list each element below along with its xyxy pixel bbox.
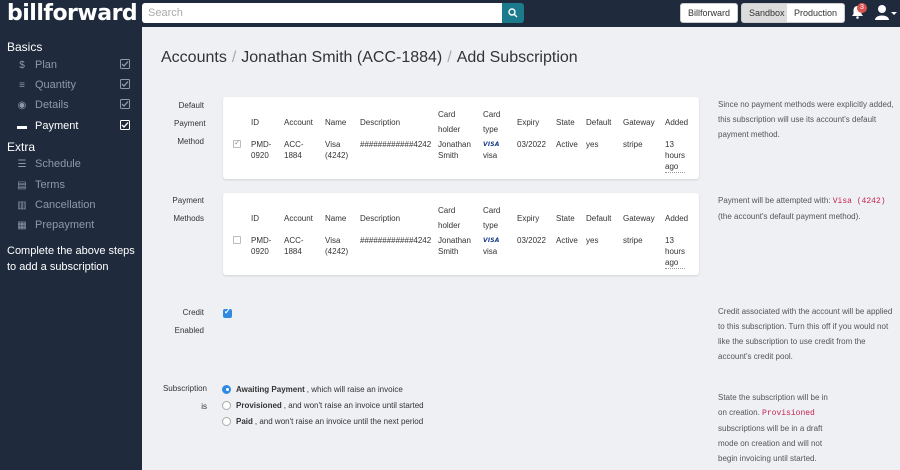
table-cell-id: PMD- 0920 — [251, 236, 272, 256]
sidebar: Basics $ Plan ≡ Quantity ◉ Details ▬ Pay… — [0, 27, 142, 470]
breadcrumb: Accounts / Jonathan Smith (ACC-1884) / Add S… — [161, 49, 578, 67]
sidebar-item-label: Cancellation — [35, 199, 96, 211]
breadcrumb-accounts[interactable]: Accounts — [161, 49, 227, 66]
search-bar — [142, 3, 524, 23]
page-title: Add Subscription — [456, 49, 578, 66]
table-cell-default: yes — [586, 140, 599, 149]
check-square-icon — [120, 99, 130, 109]
sidebar-completion-note: Complete the above steps to add a subscr… — [7, 245, 135, 273]
sidebar-item-label: Terms — [35, 179, 65, 191]
sidebar-item-label: Quantity — [35, 79, 76, 91]
default-payment-help: Since no payment methods were explicitly… — [718, 100, 894, 139]
sidebar-item-label: Prepayment — [35, 219, 95, 231]
credit-help: Credit associated with the account will … — [718, 307, 893, 361]
subscription-state-label: Subscription is — [162, 384, 207, 411]
radio-provisioned[interactable]: Provisioned, and won't raise an invoice … — [222, 399, 424, 411]
sidebar-item-schedule[interactable]: ☰ Schedule — [0, 154, 142, 174]
check-square-icon — [120, 59, 130, 69]
sidebar-item-label: Details — [35, 99, 69, 111]
search-input[interactable] — [142, 3, 502, 23]
sidebar-item-details[interactable]: ◉ Details — [0, 95, 142, 115]
table-cell-gateway: stripe — [623, 236, 643, 245]
sidebar-item-plan[interactable]: $ Plan — [0, 55, 142, 75]
breadcrumb-separator: / — [447, 49, 452, 66]
sidebar-section-basics: Basics — [7, 40, 43, 54]
payment-method-select-checkbox[interactable] — [233, 236, 241, 244]
search-icon — [508, 8, 518, 18]
top-navbar: billforward Billforward Sandbox Producti… — [0, 0, 900, 27]
subscription-state-help: State the subscription will be in on cre… — [718, 393, 828, 463]
table-cell-id: PMD- 0920 — [251, 140, 272, 160]
default-payment-select-checkbox[interactable] — [233, 138, 241, 148]
chevron-down-icon[interactable] — [891, 12, 897, 15]
table-cell-added: 13 hours ago — [665, 236, 686, 269]
bank-icon: ▦ — [17, 219, 27, 231]
sidebar-item-terms[interactable]: ▤ Terms — [0, 175, 142, 195]
default-payment-method-table: ID Account Name Description Card holder C… — [223, 97, 699, 179]
billforward-button[interactable]: Billforward — [680, 3, 739, 23]
credit-enabled-label: Credit Enabled — [174, 308, 204, 335]
dollar-icon: $ — [19, 59, 25, 71]
radio-paid[interactable]: Paid, and won't raise an invoice until t… — [222, 415, 423, 427]
radio-button[interactable] — [222, 400, 231, 410]
sidebar-item-label: Plan — [35, 59, 58, 71]
table-cell-expiry: 03/2022 — [517, 236, 546, 245]
table-cell-account: ACC- 1884 — [284, 236, 304, 256]
table-cell-added: 13 hours ago — [665, 140, 686, 173]
table-cell-default: yes — [586, 236, 599, 245]
globe-icon: ◉ — [17, 99, 27, 111]
radio-button[interactable] — [222, 384, 231, 394]
calendar-icon: ☰ — [17, 158, 27, 170]
table-cell-name: Visa (4242) — [325, 236, 349, 256]
table-cell-description: ############4242 — [360, 236, 432, 245]
sandbox-button[interactable]: Sandbox — [741, 3, 793, 23]
breadcrumb-separator: / — [231, 49, 237, 66]
check-square-icon — [120, 120, 130, 130]
brand-logo[interactable]: billforward — [7, 1, 138, 26]
sidebar-item-quantity[interactable]: ≡ Quantity — [0, 75, 142, 95]
table-cell-card-holder: Jonathan Smith — [438, 140, 471, 160]
table-cell-account: ACC- 1884 — [284, 140, 304, 160]
table-cell-card-holder: Jonathan Smith — [438, 236, 471, 256]
sidebar-item-label: Payment — [35, 120, 79, 132]
table-cell-name: Visa (4242) — [325, 140, 349, 160]
credit-card-icon: ▬ — [17, 120, 27, 132]
main-content: Accounts / Jonathan Smith (ACC-1884) / Add S… — [142, 27, 900, 470]
credit-enabled-checkbox[interactable] — [223, 307, 232, 318]
sidebar-item-payment[interactable]: ▬ Payment — [0, 116, 142, 136]
check-square-icon — [120, 79, 130, 89]
notification-badge: 3 — [857, 3, 867, 13]
payment-methods-label: Payment Methods — [172, 196, 204, 223]
table-cell-card-type: VISA visa — [483, 237, 500, 256]
table-cell-gateway: stripe — [623, 140, 643, 149]
radio-awaiting-payment[interactable]: Awaiting Payment, which will raise an in… — [222, 383, 403, 395]
default-payment-method-label: Default Payment Method — [174, 101, 206, 146]
visa-icon: VISA — [483, 141, 500, 148]
archive-icon: ▥ — [17, 199, 27, 211]
table-cell-description: ############4242 — [360, 140, 432, 149]
table-cell-card-type: VISA visa — [483, 141, 500, 160]
sidebar-item-cancellation[interactable]: ▥ Cancellation — [0, 195, 142, 215]
sidebar-item-label: Schedule — [35, 158, 81, 170]
search-button[interactable] — [502, 3, 524, 23]
table-cell-expiry: 03/2022 — [517, 140, 546, 149]
table-cell-state: Active — [556, 140, 578, 149]
list-icon: ≡ — [19, 79, 25, 91]
payment-methods-help: Payment will be attempted with: Visa (42… — [718, 196, 886, 221]
payment-methods-table: ID Account Name Description Card holder C… — [223, 193, 699, 275]
radio-button[interactable] — [222, 416, 231, 426]
table-cell-state: Active — [556, 236, 578, 245]
breadcrumb-customer[interactable]: Jonathan Smith (ACC-1884) — [241, 49, 442, 66]
user-avatar-icon[interactable] — [875, 4, 889, 20]
production-button[interactable]: Production — [787, 3, 846, 23]
visa-icon: VISA — [483, 237, 500, 244]
briefcase-icon: ▤ — [17, 179, 27, 191]
sidebar-item-prepayment[interactable]: ▦ Prepayment — [0, 215, 142, 235]
sidebar-section-extra: Extra — [7, 140, 36, 154]
